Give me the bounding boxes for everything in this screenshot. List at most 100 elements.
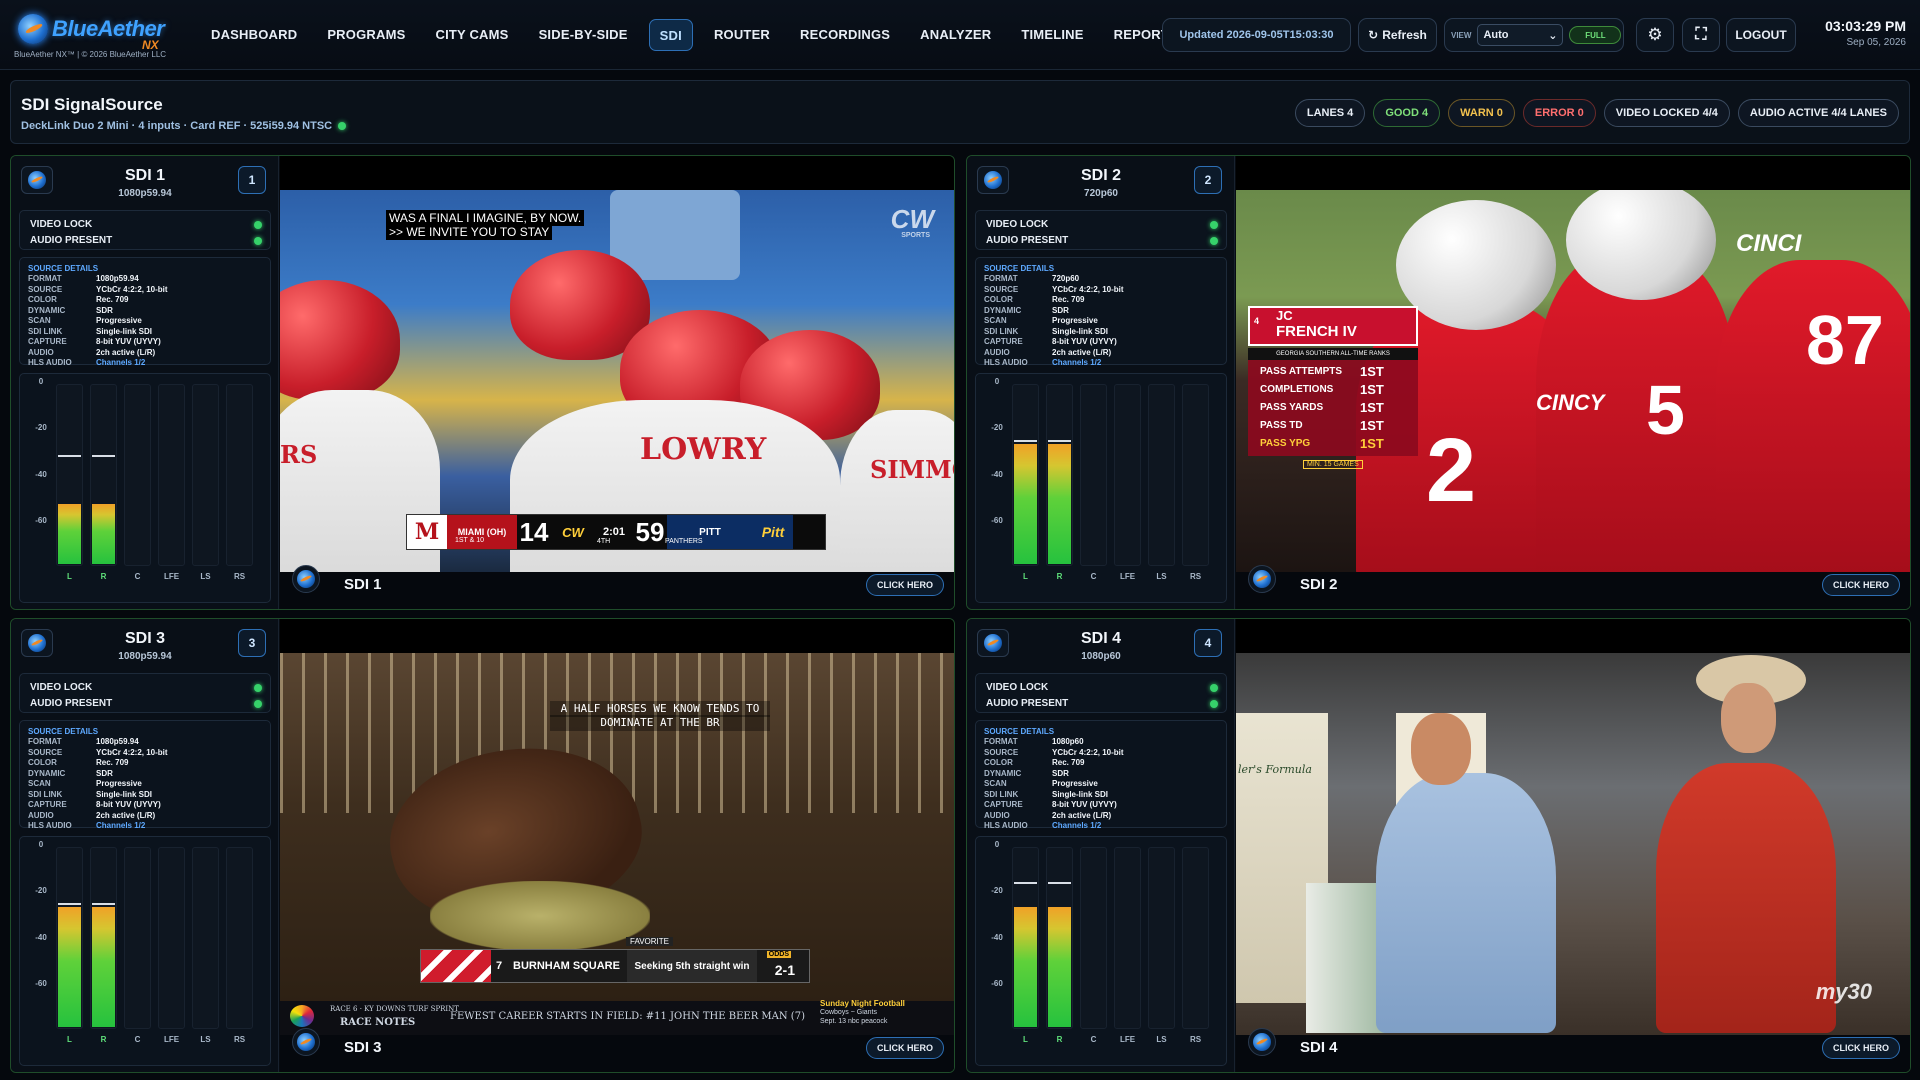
meter-channel-lfe: [1114, 847, 1141, 1029]
meter-channel-r: [1046, 384, 1073, 566]
brand-logo-icon: [1253, 1033, 1271, 1051]
refresh-button[interactable]: ↻ Refresh: [1358, 18, 1437, 52]
meter-channel-ls: [1148, 384, 1175, 566]
meter-peak: [58, 455, 81, 457]
db-scale-label: -20: [991, 886, 1003, 895]
video-frame[interactable]: CWSPORTSLOWRYSIMMONRSMMIAMI (OH)14CW2:01…: [280, 190, 954, 572]
lane-number-button[interactable]: 3: [238, 629, 266, 657]
fullscreen-button[interactable]: ⛶: [1682, 18, 1720, 52]
nav-side-by-side[interactable]: SIDE-BY-SIDE: [524, 19, 643, 51]
video-preview[interactable]: CWSPORTSLOWRYSIMMONRSMMIAMI (OH)14CW2:01…: [280, 156, 954, 609]
stat-label: COMPLETIONS: [1260, 384, 1334, 395]
db-scale-label: -40: [35, 933, 47, 942]
detail-row: SCAN Progressive: [984, 316, 1218, 327]
detail-value[interactable]: Channels 1/2: [96, 358, 145, 369]
detail-key: CAPTURE: [28, 800, 67, 809]
meter-label: LS: [1156, 572, 1167, 581]
clock-date: Sep 05, 2026: [1846, 37, 1907, 48]
detail-row: FORMAT 720p60: [984, 274, 1218, 285]
lane-number-button[interactable]: 1: [238, 166, 266, 194]
detail-row: CAPTURE 8-bit YUV (UYVY): [28, 800, 262, 811]
nav-recordings[interactable]: RECORDINGS: [785, 19, 905, 51]
badge-warn: WARN 0: [1448, 99, 1515, 127]
view-label: VIEW: [1451, 30, 1472, 40]
badge-error: ERROR 0: [1522, 99, 1596, 127]
nav-router[interactable]: ROUTER: [699, 19, 785, 51]
stat-value: 1ST: [1360, 436, 1384, 451]
video-logo: [1248, 565, 1276, 593]
meter-label: L: [67, 572, 72, 581]
meter-channel-c: [1080, 847, 1107, 1029]
detail-key: COLOR: [984, 758, 1013, 767]
db-scale-label: -40: [35, 470, 47, 479]
jersey-name: RS: [280, 440, 318, 469]
logout-button[interactable]: LOGOUT: [1726, 18, 1796, 52]
view-full-toggle[interactable]: FULL: [1569, 26, 1622, 44]
detail-value: 1080p59.94: [96, 737, 139, 746]
lane-number-button[interactable]: 2: [1194, 166, 1222, 194]
click-hero-button[interactable]: CLICK HERO: [866, 574, 944, 596]
meter-channel-ls: [192, 847, 219, 1029]
video-frame[interactable]: 2 87 5 CINCI CINCY 4 JC FRENCH IV GEORGIA SOUTHE…: [1236, 190, 1910, 572]
view-select[interactable]: Auto ⌄: [1477, 24, 1564, 46]
detail-key: SDI LINK: [984, 326, 1019, 336]
detail-value: Single-link SDI: [1052, 789, 1109, 799]
click-hero-button[interactable]: CLICK HERO: [866, 1037, 944, 1059]
audio-present-label: AUDIO PRESENT: [30, 698, 113, 709]
brand[interactable]: BlueAether NX BlueAether NX™ | © 2026 Bl…: [14, 10, 194, 64]
channel-bug: my30: [1815, 979, 1872, 1004]
rank-header: GEORGIA SOUTHERN ALL-TIME RANKS: [1248, 348, 1418, 360]
nav-dashboard[interactable]: DASHBOARD: [196, 19, 312, 51]
click-hero-button[interactable]: CLICK HERO: [1822, 574, 1900, 596]
detail-value: Rec. 709: [1052, 758, 1085, 767]
detail-value[interactable]: Channels 1/2: [1052, 358, 1101, 369]
meter-label: LFE: [163, 572, 180, 581]
helmet: [280, 280, 400, 400]
lane-number-button[interactable]: 4: [1194, 629, 1222, 657]
sdi-lane-1: SDI 1 1080p59.94 1 VIDEO LOCK AUDIO PRES…: [10, 155, 955, 610]
player-number: 4: [1254, 316, 1260, 326]
meter-channel-lfe: [158, 384, 185, 566]
meter-peak: [92, 455, 115, 457]
race-name: RACE 6 · KY DOWNS TURF SPRINT: [330, 1005, 459, 1013]
detail-key: SCAN: [28, 779, 51, 788]
summary-badges: LANES 4 GOOD 4 WARN 0 ERROR 0 VIDEO LOCK…: [1294, 99, 1899, 127]
detail-row: DYNAMIC SDR: [984, 306, 1218, 317]
woman-shirt: [1656, 763, 1836, 1033]
video-preview[interactable]: ler's FormulaFeeding is in the Bag.my30 …: [1236, 619, 1910, 1072]
sb-away-sub: PANTHERS: [665, 538, 703, 545]
nav-city-cams[interactable]: CITY CAMS: [420, 19, 523, 51]
detail-key: SDI LINK: [28, 326, 63, 336]
video-frame[interactable]: 7 BURNHAM SQUARE Seeking 5th straight win O…: [280, 653, 954, 1035]
jersey-number: 5: [1646, 371, 1685, 449]
sdi-lane-3: SDI 3 1080p59.94 3 VIDEO LOCK AUDIO PRES…: [10, 618, 955, 1073]
player-last: FRENCH IV: [1276, 323, 1357, 340]
audio-meters: 0 -20 -40 -60 L R C LFE LS RS: [19, 373, 271, 603]
detail-value: 8-bit YUV (UYVY): [1052, 800, 1117, 809]
detail-value: 2ch active (L/R): [96, 810, 156, 820]
meter-peak: [1014, 882, 1037, 884]
detail-value: SDR: [1052, 768, 1069, 778]
audio-meters: 0 -20 -40 -60 L R C LFE LS RS: [19, 836, 271, 1066]
nav-analyzer[interactable]: ANALYZER: [905, 19, 1006, 51]
player-first: JC: [1276, 308, 1293, 323]
detail-row: SDI LINK Single-link SDI: [984, 790, 1218, 801]
meter-label: LFE: [163, 1035, 180, 1044]
video-frame[interactable]: ler's FormulaFeeding is in the Bag.my30: [1236, 653, 1910, 1035]
nav-sdi[interactable]: SDI: [648, 19, 693, 51]
lane-status: VIDEO LOCK AUDIO PRESENT: [19, 210, 271, 250]
favorite-tag: FAVORITE: [626, 937, 673, 946]
detail-row: SOURCE YCbCr 4:2:2, 10-bit: [984, 285, 1218, 296]
meter-label: C: [134, 572, 141, 581]
video-preview[interactable]: 2 87 5 CINCI CINCY 4 JC FRENCH IV GEORGIA SOUTHE…: [1236, 156, 1910, 609]
click-hero-button[interactable]: CLICK HERO: [1822, 1037, 1900, 1059]
detail-value[interactable]: Channels 1/2: [96, 821, 145, 832]
detail-value: Single-link SDI: [96, 326, 153, 336]
settings-button[interactable]: ⚙: [1636, 18, 1674, 52]
promo-line: Cowboys ~ Giants: [820, 1009, 877, 1016]
video-preview[interactable]: 7 BURNHAM SQUARE Seeking 5th straight win O…: [280, 619, 954, 1072]
nav-programs[interactable]: PROGRAMS: [312, 19, 420, 51]
detail-value[interactable]: Channels 1/2: [1052, 821, 1101, 832]
horse-name: BURNHAM SQUARE: [513, 960, 620, 972]
nav-timeline[interactable]: TIMELINE: [1006, 19, 1098, 51]
